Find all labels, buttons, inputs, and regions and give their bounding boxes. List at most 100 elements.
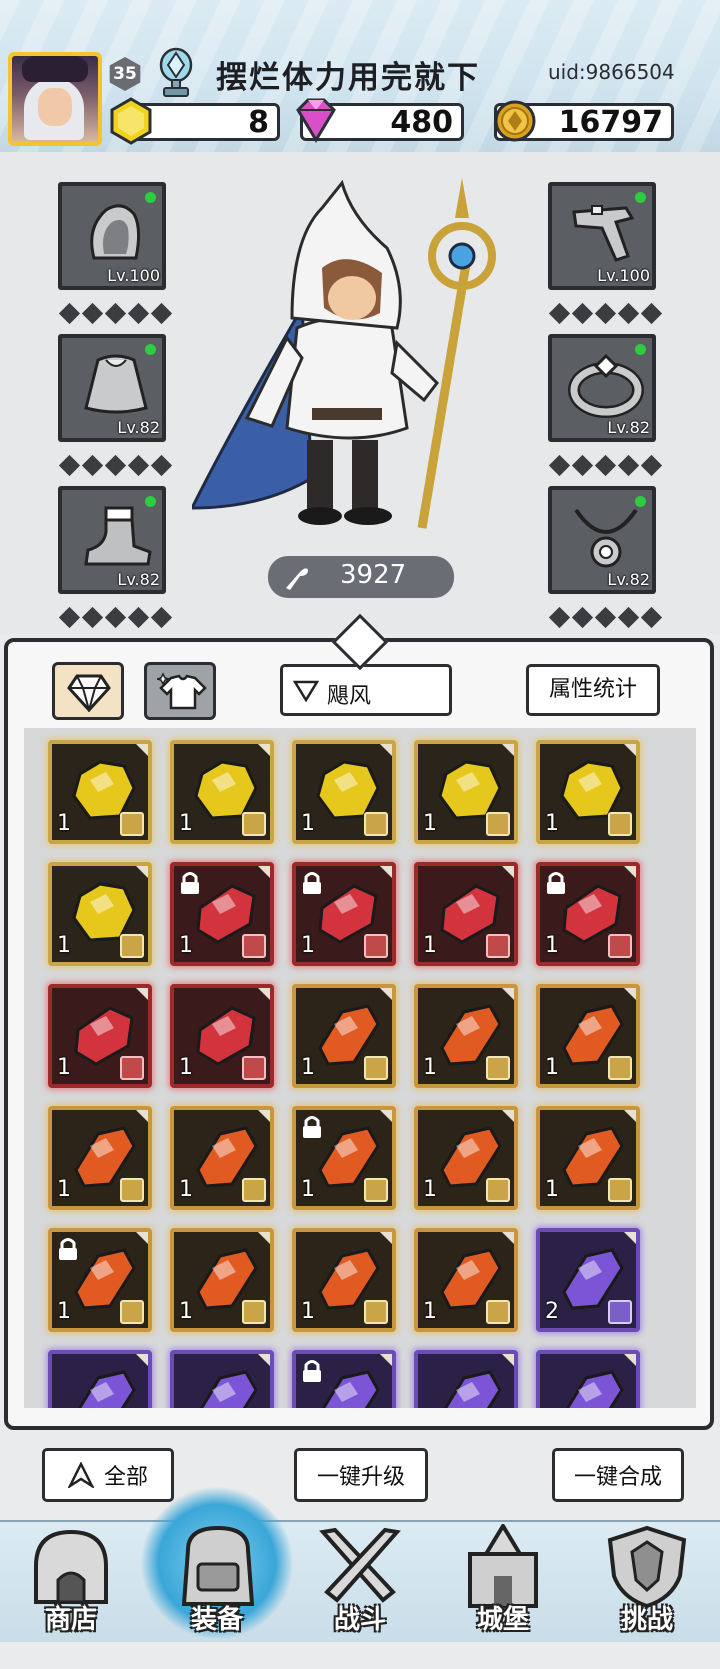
gem-quantity: 2	[545, 1299, 559, 1324]
gem-quantity: 1	[57, 1055, 71, 1080]
inventory-gem-slot[interactable]: 1	[48, 1106, 152, 1210]
inventory-gem-slot[interactable]: 1	[292, 862, 396, 966]
inventory-gem-slot[interactable]: 1	[536, 740, 640, 844]
equip-slot-cape[interactable]: Lv.82	[58, 334, 166, 442]
attribute-stats-label: 属性统计	[548, 677, 637, 702]
new-corner-marker	[136, 866, 148, 878]
nav-battle[interactable]: 战斗	[293, 1520, 427, 1640]
purple-gem-icon	[321, 1370, 380, 1408]
gem-quantity: 1	[57, 811, 71, 836]
element-filter-dropdown[interactable]: 飓风	[280, 664, 452, 716]
inventory-gem-slot[interactable]: 1	[536, 862, 640, 966]
diamond-gem-icon	[296, 98, 336, 143]
gold-coin-icon	[494, 100, 536, 142]
nav-challenge-label: 挑战	[620, 1605, 673, 1635]
inventory-gem-slot[interactable]: 1	[292, 1106, 396, 1210]
gem-quantity: 1	[423, 811, 437, 836]
lock-icon	[303, 1360, 321, 1382]
gem-value: 480	[390, 105, 453, 140]
gem-quantity: 1	[423, 1055, 437, 1080]
lock-icon	[59, 1238, 77, 1260]
nav-equipment-label: 装备	[190, 1605, 243, 1635]
equip-slot-necklace[interactable]: Lv.82	[548, 486, 656, 594]
inventory-gem-slot[interactable]: 1	[170, 1228, 274, 1332]
nav-castle[interactable]: 城堡	[436, 1520, 570, 1640]
trophy-icon[interactable]	[156, 47, 196, 99]
nav-shop[interactable]: 商店	[4, 1520, 138, 1640]
nav-equipment[interactable]: 装备	[150, 1520, 284, 1640]
upgrade-all-button[interactable]: 一键升级	[294, 1448, 428, 1502]
tab-gems[interactable]	[52, 662, 124, 720]
hero-character	[192, 178, 496, 529]
player-avatar[interactable]	[8, 52, 102, 146]
inventory-gem-slot[interactable]: 1	[414, 1228, 518, 1332]
inventory-gem-slot[interactable]	[292, 1350, 396, 1408]
merge-all-button[interactable]: 一键合成	[552, 1448, 684, 1502]
inventory-gem-slot[interactable]: 2	[536, 1228, 640, 1332]
inventory-gem-slot[interactable]: 1	[48, 862, 152, 966]
inventory-gem-slot[interactable]: 1	[292, 1228, 396, 1332]
inventory-gem-slot[interactable]: 1	[536, 984, 640, 1088]
inventory-gem-slot[interactable]: 1	[292, 984, 396, 1088]
new-corner-marker	[624, 988, 636, 1000]
inventory-gem-slot[interactable]: 1	[170, 740, 274, 844]
shirt-icon	[157, 672, 207, 710]
new-corner-marker	[136, 1354, 148, 1366]
inventory-gem-slot[interactable]	[48, 1350, 152, 1408]
player-level-value: 35	[113, 64, 137, 84]
new-corner-marker	[502, 866, 514, 878]
star-rating	[548, 454, 663, 477]
inventory-gem-slot[interactable]: 1	[536, 1106, 640, 1210]
slot-level: Lv.82	[117, 418, 160, 437]
tab-costume[interactable]	[144, 662, 216, 720]
inventory-gem-slot[interactable]: 1	[48, 984, 152, 1088]
inventory-gem-slot[interactable]: 1	[170, 862, 274, 966]
show-all-button[interactable]: 全部	[42, 1448, 174, 1502]
slot-level: Lv.100	[107, 266, 160, 285]
ring-icon	[568, 353, 644, 418]
star-rating	[548, 302, 663, 325]
inventory-gem-slot[interactable]: 1	[48, 1228, 152, 1332]
inventory-gem-slot[interactable]: 1	[48, 740, 152, 844]
backpack-icon	[181, 1525, 255, 1606]
gem-quantity: 1	[179, 1299, 193, 1324]
equipped-indicator	[635, 192, 646, 203]
target-slot-badge	[242, 1056, 266, 1080]
attribute-stats-button[interactable]: 属性统计	[526, 664, 660, 716]
nav-challenge[interactable]: 挑战	[580, 1520, 714, 1640]
combat-power-value: 3927	[340, 560, 407, 590]
equipped-indicator	[145, 496, 156, 507]
equip-slot-boots[interactable]: Lv.82	[58, 486, 166, 594]
inventory-gem-slot[interactable]: 1	[292, 740, 396, 844]
gem-quantity: 1	[301, 1177, 315, 1202]
star-rating	[58, 302, 173, 325]
gem-quantity: 1	[301, 933, 315, 958]
inventory-gem-slot[interactable]	[170, 1350, 274, 1408]
gem-quantity: 1	[545, 1055, 559, 1080]
inventory-gem-slot[interactable]: 1	[414, 984, 518, 1088]
inventory-gem-slot[interactable]	[414, 1350, 518, 1408]
inventory-gem-slot[interactable]: 1	[414, 740, 518, 844]
new-corner-marker	[380, 988, 392, 1000]
lock-icon	[181, 872, 199, 894]
inventory-gem-slot[interactable]: 1	[170, 1106, 274, 1210]
inventory-gem-slot[interactable]	[536, 1350, 640, 1408]
nav-battle-label: 战斗	[333, 1605, 386, 1635]
slot-level: Lv.82	[607, 418, 650, 437]
boot-icon	[84, 506, 152, 566]
equip-slot-ring[interactable]: Lv.82	[548, 334, 656, 442]
equip-slot-hood[interactable]: Lv.100	[58, 182, 166, 290]
new-corner-marker	[136, 1232, 148, 1244]
target-slot-badge	[608, 812, 632, 836]
target-slot-badge	[486, 1300, 510, 1324]
crossed-swords-icon	[319, 1527, 401, 1603]
target-slot-badge	[486, 812, 510, 836]
sword-power-icon	[286, 568, 308, 590]
inventory-gem-slot[interactable]: 1	[170, 984, 274, 1088]
target-slot-badge	[608, 1300, 632, 1324]
equip-slot-pistol[interactable]: Lv.100	[548, 182, 656, 290]
shop-icon	[34, 1529, 108, 1604]
inventory-gem-slot[interactable]: 1	[414, 862, 518, 966]
inventory-gem-slot[interactable]: 1	[414, 1106, 518, 1210]
gem-quantity: 1	[179, 1177, 193, 1202]
